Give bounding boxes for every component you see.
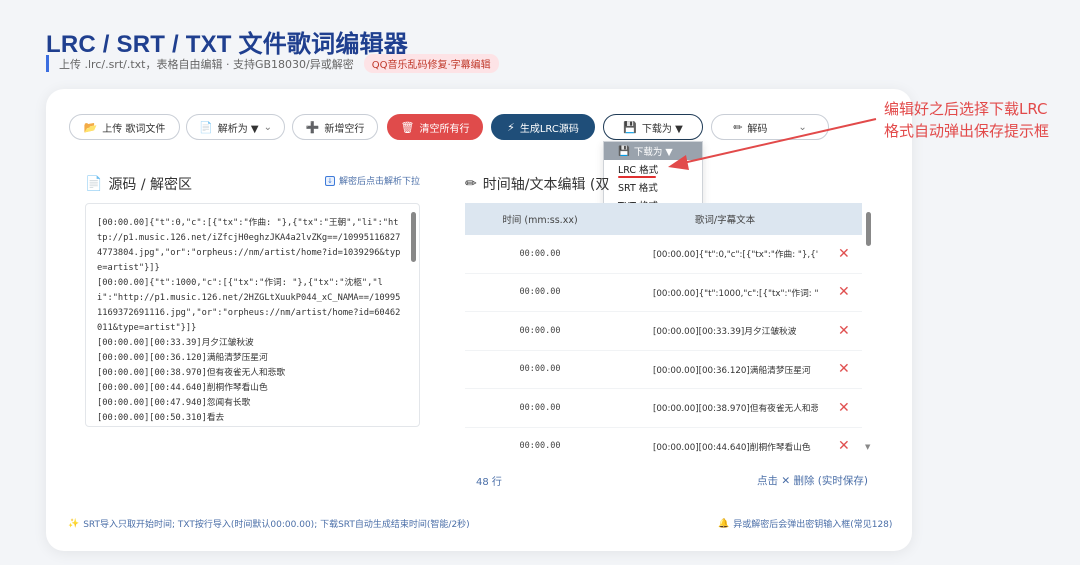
delete-row-icon[interactable]: ✕ bbox=[838, 284, 850, 300]
time-cell[interactable]: 00:00.00 bbox=[465, 326, 615, 336]
row-count: 48 行 bbox=[476, 477, 502, 488]
column-time: 时间 (mm:ss.xx) bbox=[502, 215, 578, 226]
delete-row-icon[interactable]: ✕ bbox=[838, 361, 850, 377]
text-cell[interactable]: [00:00.00][00:36.120]满船清梦压星河 bbox=[653, 363, 818, 376]
table-row: 00:00.00 [00:00.00][00:44.640]削桐作琴看山色 ✕ bbox=[465, 428, 862, 466]
text-cell[interactable]: [00:00.00][00:33.39]月夕江皱秋波 bbox=[653, 324, 818, 337]
time-cell[interactable]: 00:00.00 bbox=[465, 249, 615, 259]
pencil-icon: ✏ bbox=[465, 176, 477, 192]
delete-hint: 点击 ✕ 删除 (实时保存) bbox=[757, 475, 869, 487]
sparkle-icon: ✨ bbox=[68, 518, 80, 529]
info-icon: ↓ bbox=[325, 175, 335, 186]
time-cell[interactable]: 00:00.00 bbox=[465, 403, 615, 413]
source-content: [00:00.00]{"t":0,"c":[{"tx":"作曲: "},{"tx… bbox=[97, 218, 401, 423]
scroll-down-icon[interactable]: ▼ bbox=[865, 443, 870, 451]
footer-right-note: 🔔 异或解密后会弹出密钥输入框(常见128) bbox=[718, 517, 893, 531]
table-scrollbar[interactable] bbox=[866, 212, 871, 246]
source-panel-title-text: 源码 / 解密区 bbox=[108, 177, 193, 193]
table-row: 00:00.00 [00:00.00]{"t":0,"c":[{"tx":"作曲… bbox=[465, 235, 862, 274]
decode-hint-text: 解密后点击解析下拉 bbox=[339, 177, 421, 187]
delete-row-icon[interactable]: ✕ bbox=[838, 246, 850, 262]
document-icon: 📄 bbox=[85, 176, 103, 192]
table-row: 00:00.00 [00:00.00][00:38.970]但有夜雀无人和悲 ✕ bbox=[465, 389, 862, 428]
table-row: 00:00.00 [00:00.00]{"t":1000,"c":[{"tx":… bbox=[465, 274, 862, 312]
text-cell[interactable]: [00:00.00]{"t":1000,"c":[{"tx":"作词: "},{ bbox=[653, 286, 818, 299]
delete-row-icon[interactable]: ✕ bbox=[838, 323, 850, 339]
time-cell[interactable]: 00:00.00 bbox=[465, 287, 615, 297]
text-cell[interactable]: [00:00.00][00:38.970]但有夜雀无人和悲 bbox=[653, 401, 818, 414]
footer-left-note: ✨ SRT导入只取开始时间; TXT按行导入(时间默认00:00.00); 下载… bbox=[68, 517, 470, 531]
table-row: 00:00.00 [00:00.00][00:36.120]满船清梦压星河 ✕ bbox=[465, 351, 862, 389]
text-cell[interactable]: [00:00.00]{"t":0,"c":[{"tx":"作曲: "},{"tx… bbox=[653, 247, 818, 260]
text-cell[interactable]: [00:00.00][00:44.640]削桐作琴看山色 bbox=[653, 440, 818, 453]
column-text: 歌词/字幕文本 bbox=[694, 215, 756, 226]
editor-panel-title-text: 时间轴/文本编辑 (双 bbox=[482, 177, 610, 193]
footer-right-text: 异或解密后会弹出密钥输入框(常见128) bbox=[733, 520, 893, 530]
editor-panel-title: ✏ 时间轴/文本编辑 (双 bbox=[465, 174, 609, 194]
decode-hint: ↓ 解密后点击解析下拉 bbox=[325, 174, 420, 187]
table-row: 00:00.00 [00:00.00][00:33.39]月夕江皱秋波 ✕ bbox=[465, 312, 862, 351]
source-panel-title: 📄 源码 / 解密区 bbox=[85, 174, 192, 194]
lyrics-table: 时间 (mm:ss.xx) 歌词/字幕文本 00:00.00 [00:00.00… bbox=[465, 203, 862, 465]
time-cell[interactable]: 00:00.00 bbox=[465, 364, 615, 374]
delete-row-icon[interactable]: ✕ bbox=[838, 400, 850, 416]
time-cell[interactable]: 00:00.00 bbox=[465, 441, 615, 451]
source-scrollbar[interactable] bbox=[411, 212, 416, 262]
footer-left-text: SRT导入只取开始时间; TXT按行导入(时间默认00:00.00); 下载SR… bbox=[83, 520, 470, 530]
bell-icon: 🔔 bbox=[718, 518, 730, 529]
delete-row-icon[interactable]: ✕ bbox=[838, 438, 850, 454]
table-header: 时间 (mm:ss.xx) 歌词/字幕文本 bbox=[465, 203, 862, 235]
source-textarea[interactable]: [00:00.00]{"t":0,"c":[{"tx":"作曲: "},{"tx… bbox=[85, 203, 420, 427]
